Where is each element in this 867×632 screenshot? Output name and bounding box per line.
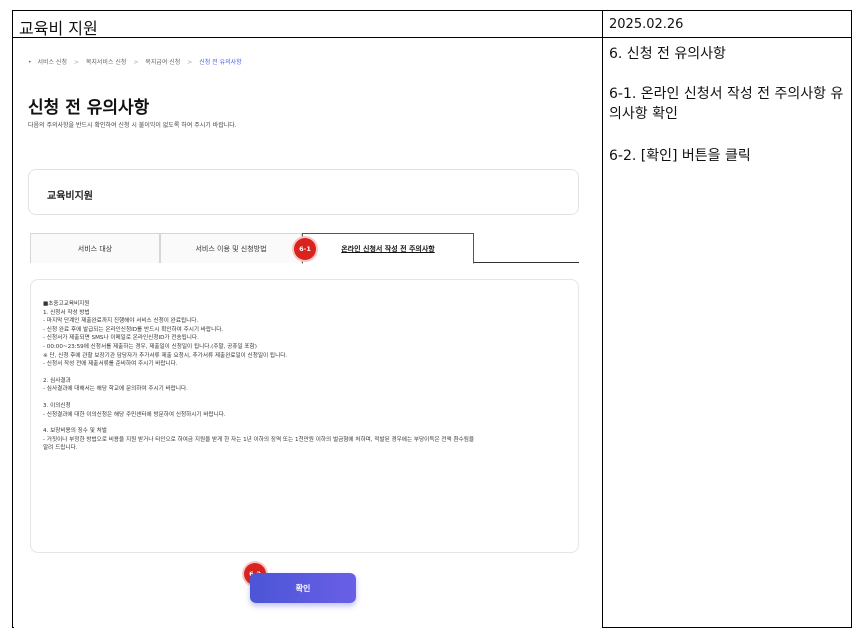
content-gap	[43, 419, 578, 427]
breadcrumb-separator: >	[133, 59, 139, 66]
breadcrumb-item[interactable]: 복지서비스 신청	[86, 59, 127, 66]
header-row: 교육비 지원 2025.02.26	[13, 11, 851, 38]
note-step-6-2: 6-2. [확인] 버튼을 클릭	[609, 148, 751, 164]
page-title: 신청 전 유의사항	[28, 98, 150, 118]
tab-service-target[interactable]: 서비스 대상	[30, 233, 160, 263]
service-card: 교육비지원	[28, 169, 579, 215]
content-line: 3. 이의신청	[43, 402, 71, 409]
content-line: 4. 보장비용의 징수 및 처벌	[43, 428, 107, 435]
note-step-6: 6. 신청 전 유의사항	[609, 46, 726, 62]
breadcrumb-separator: >	[73, 59, 79, 66]
breadcrumb-item[interactable]: 서비스 신청	[37, 59, 67, 66]
content-line: - 신청결과에 대한 이의신청은 해당 주민센터에 방문하여 신청하시기 바랍니…	[43, 411, 226, 418]
column-divider	[602, 11, 603, 627]
page-description: 다음의 주의사항을 반드시 확인하여 신청 시 불이익이 없도록 하여 주시기 …	[28, 122, 237, 129]
breadcrumb-current: 신청 전 유의사항	[199, 59, 242, 66]
service-card-title: 교육비지원	[47, 191, 93, 202]
content-line: - 신청 완료 후에 발급되는 온라인신청ID를 반드시 확인하여 주시기 바랍…	[43, 326, 224, 333]
content-line: - 마지막 단계인 제출완료까지 진행해야 서비스 신청이 완료됩니다.	[43, 318, 199, 325]
content-line: 1. 신청서 작성 방법	[43, 309, 90, 316]
embedded-screenshot: • 서비스 신청 > 복지서비스 신청 > 복지급여 신청 > 신청 전 유의사…	[14, 39, 602, 628]
document-date: 2025.02.26	[609, 17, 684, 32]
content-line: ■초중고교육비지원	[43, 301, 90, 307]
content-line: - 00:00~23:59에 신청서를 제출하는 경우, 제출일이 신청일이 됩…	[43, 343, 257, 350]
breadcrumb-dot: •	[28, 59, 32, 66]
breadcrumb-separator: >	[187, 59, 193, 66]
precautions-content: ■초중고교육비지원 1. 신청서 작성 방법 - 마지막 단계인 제출완료까지 진행…	[30, 279, 579, 553]
breadcrumb: • 서비스 신청 > 복지서비스 신청 > 복지급여 신청 > 신청 전 유의사…	[28, 57, 242, 66]
confirm-button[interactable]: 확인	[250, 573, 356, 603]
content-line: - 신청서 작성 전에 제출서류를 준비하여 주시기 바랍니다.	[43, 361, 178, 368]
breadcrumb-item[interactable]: 복지급여 신청	[145, 59, 180, 66]
content-gap	[43, 369, 578, 377]
tab-service-usage[interactable]: 서비스 이용 및 신청방법	[160, 233, 302, 263]
tab-online-precautions[interactable]: 온라인 신청서 작성 전 주의사항	[302, 233, 474, 264]
document-frame: 교육비 지원 2025.02.26 6. 신청 전 유의사항 6-1. 온라인 …	[12, 10, 852, 628]
content-line: 2. 심사결과	[43, 377, 71, 384]
content-line: 알려 드립니다.	[43, 445, 78, 452]
note-step-6-1: 6-1. 온라인 신청서 작성 전 주의사항 유의사항 확인	[609, 86, 844, 122]
content-line: ※ 단, 신청 후에 관할 보장기관 담당자가 추가서류 제출 요청시, 추가서…	[43, 352, 288, 359]
step-badge-6-1: 6-1	[294, 238, 316, 260]
content-line: - 거짓이나 부정한 방법으로 비용을 지원 받거나 타인으로 하여금 지원을 …	[43, 436, 475, 443]
instruction-notes: 6. 신청 전 유의사항 6-1. 온라인 신청서 작성 전 주의사항 유의사항…	[609, 44, 847, 188]
content-gap	[43, 394, 578, 402]
document-title: 교육비 지원	[19, 19, 98, 38]
content-line: - 심사결과에 대해서는 해당 학교에 문의하여 주시기 바랍니다.	[43, 386, 188, 393]
content-line: - 신청서가 제출되면 SMS나 이메일로 온라인신청ID가 전송됩니다.	[43, 335, 199, 342]
